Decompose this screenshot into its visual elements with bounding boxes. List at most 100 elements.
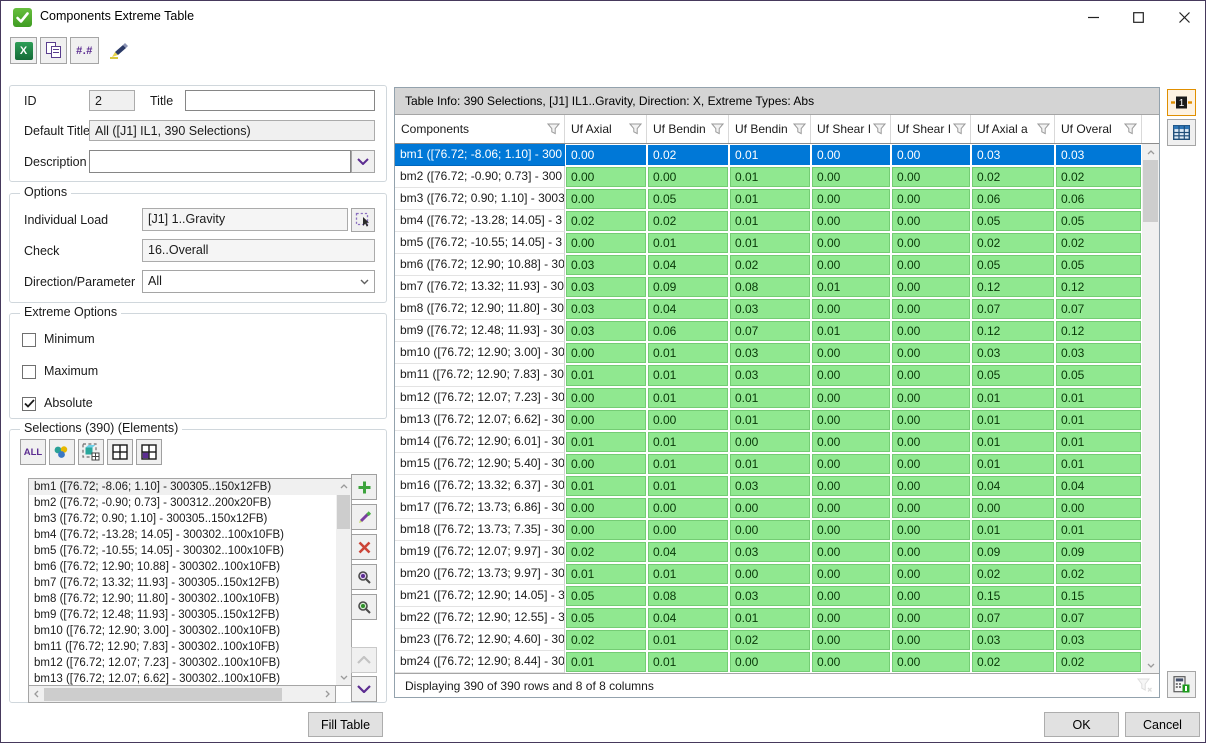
table-cell[interactable]: 0.01 [648,365,728,385]
table-cell[interactable]: 0.09 [972,542,1054,562]
table-cell[interactable]: 0.02 [1056,652,1141,672]
checkbox-box[interactable] [22,397,36,411]
selections-list-hscrollbar[interactable] [28,686,336,703]
table-cell[interactable]: 0.00 [892,520,970,540]
list-item[interactable]: bm13 ([76.72; 12.07; 6.62] - 300302..100… [29,671,336,686]
table-cell[interactable]: 0.03 [730,365,810,385]
table-cell[interactable]: 0.03 [566,321,646,341]
table-cell[interactable]: 0.00 [730,564,810,584]
list-item[interactable]: bm10 ([76.72; 12.90; 3.00] - 300302..100… [29,623,336,639]
column-header[interactable]: Components [395,115,565,143]
table-cell[interactable]: 0.03 [972,630,1054,650]
scroll-thumb[interactable] [1143,160,1158,222]
table-cell[interactable]: 0.01 [648,432,728,452]
filter-icon[interactable] [873,123,886,135]
table-cell-component[interactable]: bm9 ([76.72; 12.48; 11.93] - 30 [395,320,565,342]
table-cell[interactable]: 0.07 [972,299,1054,319]
table-cell[interactable]: 0.12 [972,277,1054,297]
table-cell[interactable]: 0.00 [812,343,890,363]
table-cell[interactable]: 0.00 [892,167,970,187]
table-cell[interactable]: 0.04 [648,542,728,562]
table-cell[interactable]: 0.00 [812,498,890,518]
column-header[interactable]: Uf Axial a [971,115,1055,143]
table-cell[interactable]: 0.02 [972,564,1054,584]
table-cell[interactable]: 0.05 [1056,365,1141,385]
table-cell[interactable]: 0.01 [566,365,646,385]
filter-icon[interactable] [793,123,806,135]
column-header[interactable]: Uf Axial [565,115,647,143]
table-cell[interactable]: 0.02 [972,652,1054,672]
individual-load-pick-button[interactable] [351,208,375,232]
table-cell[interactable]: 0.12 [1056,321,1141,341]
table-cell[interactable]: 0.02 [648,211,728,231]
table-cell[interactable]: 0.01 [1056,388,1141,408]
table-cell-component[interactable]: bm24 ([76.72; 12.90; 8.44] - 30 [395,651,565,673]
table-cell[interactable]: 0.00 [972,498,1054,518]
table-cell[interactable]: 0.01 [648,476,728,496]
table-cell[interactable]: 0.01 [730,454,810,474]
table-cell[interactable]: 0.05 [566,586,646,606]
table-cell[interactable]: 0.01 [812,321,890,341]
table-cell[interactable]: 0.01 [972,454,1054,474]
table-cell[interactable]: 0.07 [972,608,1054,628]
table-cell-component[interactable]: bm2 ([76.72; -0.90; 0.73] - 300 [395,166,565,188]
checkbox-box[interactable] [22,333,36,347]
cancel-button[interactable]: Cancel [1125,712,1200,737]
scroll-down-arrow[interactable] [1147,657,1155,673]
list-item[interactable]: bm11 ([76.72; 12.90; 7.83] - 300302..100… [29,639,336,655]
table-cell[interactable]: 0.00 [892,145,970,165]
table-cell[interactable]: 0.00 [892,586,970,606]
ok-button[interactable]: OK [1044,712,1119,737]
table-cell[interactable]: 0.05 [566,608,646,628]
table-cell[interactable]: 0.02 [566,542,646,562]
table-cell[interactable]: 0.03 [1056,343,1141,363]
scroll-right-arrow[interactable] [320,686,335,702]
table-cell[interactable]: 0.08 [648,586,728,606]
table-cell[interactable]: 0.01 [648,564,728,584]
table-cell[interactable]: 0.00 [730,652,810,672]
table-cell[interactable]: 0.00 [566,454,646,474]
table-cell[interactable]: 0.01 [648,454,728,474]
checkbox-box[interactable] [22,365,36,379]
column-header[interactable]: Uf Shear I [811,115,891,143]
table-cell-component[interactable]: bm10 ([76.72; 12.90; 3.00] - 30 [395,342,565,364]
list-item[interactable]: bm7 ([76.72; 13.32; 11.93] - 300305..150… [29,575,336,591]
table-cell[interactable]: 0.00 [892,365,970,385]
table-cell-component[interactable]: bm20 ([76.72; 13.73; 9.97] - 30 [395,563,565,585]
table-cell[interactable]: 0.01 [566,432,646,452]
table-cell[interactable]: 0.00 [892,498,970,518]
list-item[interactable]: bm3 ([76.72; 0.90; 1.10] - 300305..150x1… [29,511,336,527]
table-cell[interactable]: 0.00 [812,189,890,209]
select-all-button[interactable]: ALL [20,439,46,465]
zoom-selection-button[interactable] [351,564,377,590]
description-input[interactable] [89,150,351,173]
table-cell[interactable]: 0.00 [892,652,970,672]
table-cell-component[interactable]: bm6 ([76.72; 12.90; 10.88] - 30 [395,254,565,276]
select-elements-button[interactable] [78,439,104,465]
table-cell[interactable]: 0.00 [648,498,728,518]
table-cell-component[interactable]: bm4 ([76.72; -13.28; 14.05] - 3 [395,210,565,232]
table-cell[interactable]: 0.01 [972,388,1054,408]
table-cell[interactable]: 0.00 [812,432,890,452]
table-cell[interactable]: 0.00 [812,652,890,672]
table-cell[interactable]: 0.00 [566,520,646,540]
table-cell[interactable]: 0.15 [1056,586,1141,606]
checkbox-absolute[interactable]: Absolute [22,393,93,414]
table-cell[interactable]: 0.00 [812,255,890,275]
table-cell[interactable]: 0.02 [730,255,810,275]
table-cell[interactable]: 0.01 [730,189,810,209]
table-cell[interactable]: 0.02 [1056,233,1141,253]
column-header[interactable]: Uf Overal [1055,115,1142,143]
filter-icon[interactable] [1124,123,1137,135]
table-cell[interactable]: 0.01 [1056,410,1141,430]
table-cell[interactable]: 0.03 [566,299,646,319]
checkbox-maximum[interactable]: Maximum [22,361,98,382]
table-cell[interactable]: 0.01 [566,476,646,496]
table-cell[interactable]: 0.04 [1056,476,1141,496]
direction-parameter-select[interactable]: All [142,270,375,293]
calculator-button[interactable] [1167,671,1196,698]
table-cell[interactable]: 0.01 [648,652,728,672]
table-vscrollbar[interactable] [1142,144,1159,673]
table-cell[interactable]: 0.02 [1056,167,1141,187]
table-cell[interactable]: 0.03 [972,145,1054,165]
